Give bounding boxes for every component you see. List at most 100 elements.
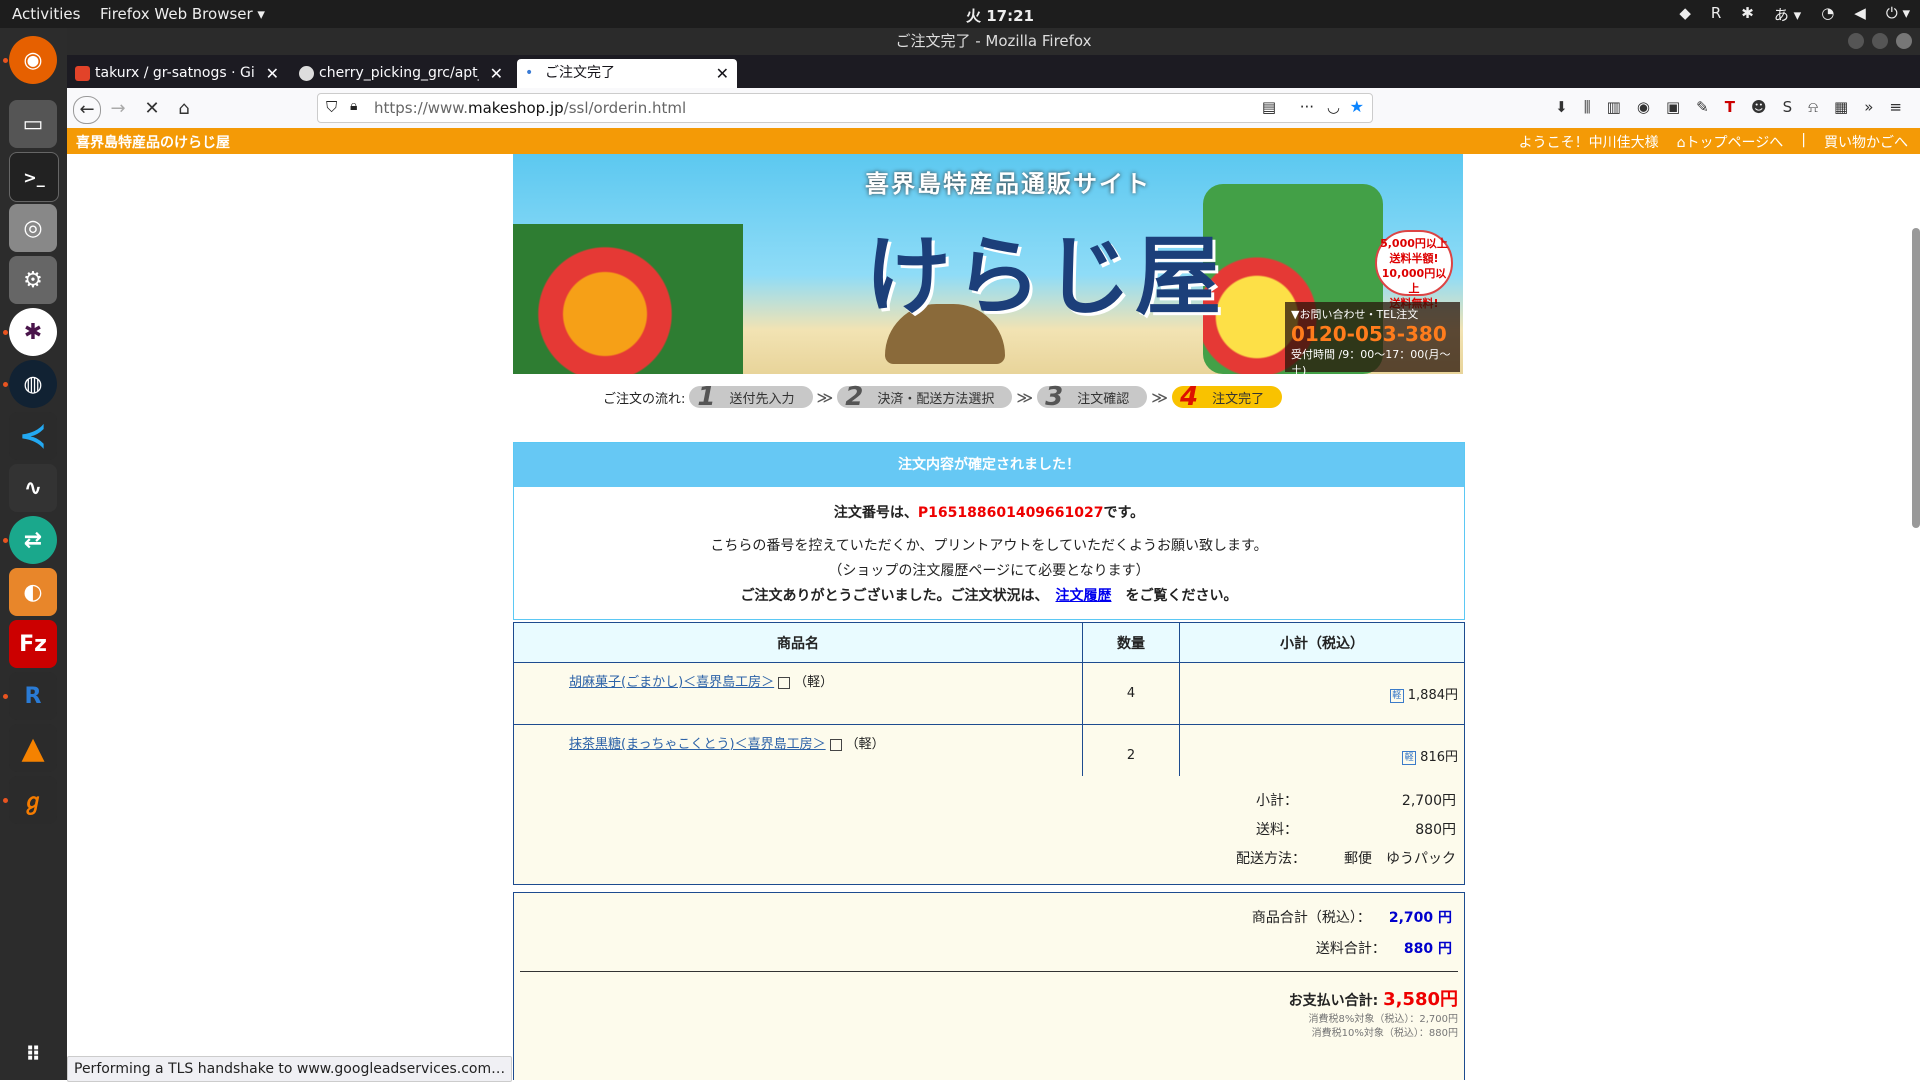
shield-icon[interactable]: ⛉ — [326, 98, 337, 116]
order-number: P165188601409661027 — [917, 505, 1104, 521]
vscode-icon[interactable]: ≺ — [9, 412, 57, 460]
tab-github[interactable]: cherry_picking_grc/apt_... ✕ — [291, 59, 511, 88]
downloads-icon[interactable]: ⬇ — [1555, 98, 1568, 116]
extension-pen-icon[interactable]: ✎ — [1696, 98, 1709, 116]
tab-gitlab[interactable]: takurx / gr-satnogs · GitLab ✕ — [67, 59, 287, 88]
summary-method: 配送方法： 郵便 ゆうパック — [1236, 851, 1456, 867]
product-cell: 胡麻菓子(ごまかし)＜喜界島工房＞ （軽） — [513, 662, 1083, 725]
dock: ◉ ▭ >_ ◎ ⚙ ✱ ◍ ≺ ∿ ⇄ ◐ Fz R ▲ ℊ ⠿ — [0, 28, 67, 1080]
header-links: ようこそ！中川佳大様 ⌂トップページへ | 買い物かごへ — [1519, 132, 1908, 152]
activities-button[interactable]: Activities — [12, 5, 80, 23]
order-history-link[interactable]: 注文履歴 — [1056, 588, 1112, 604]
shop-header-bar: 喜界島特産品のけらじ屋 ようこそ！中川佳大様 ⌂トップページへ | 買い物かごへ — [67, 128, 1920, 154]
bookmark-star-icon[interactable]: ★ — [1350, 97, 1364, 116]
r-icon[interactable]: R — [1711, 4, 1721, 25]
app-menu[interactable]: Firefox Web Browser ▾ — [100, 5, 265, 23]
extension-translate-icon[interactable]: ▣ — [1666, 98, 1680, 116]
running-indicator — [3, 798, 8, 803]
firefox-window: ご注文完了 - Mozilla Firefox takurx / gr-satn… — [67, 28, 1920, 1080]
cart-link[interactable]: 買い物かごへ — [1824, 132, 1908, 152]
vlc-icon[interactable]: ▲ — [9, 724, 57, 772]
external-link-icon[interactable] — [829, 738, 842, 751]
firefox-icon[interactable]: ◉ — [9, 36, 57, 84]
library-icon[interactable]: ⫼ — [1584, 98, 1591, 116]
flow-arrow-icon: ≫ — [1016, 387, 1034, 407]
page-actions-icon[interactable]: ··· — [1300, 98, 1314, 116]
extension-calendar-icon[interactable]: ▦ — [1834, 98, 1848, 116]
shop-name[interactable]: 喜界島特産品のけらじ屋 — [76, 132, 230, 152]
dropbox-icon[interactable]: ◆ — [1679, 4, 1691, 25]
flow-step-1: 1 送付先入力 — [689, 382, 813, 412]
gnuradio-icon[interactable]: ℊ — [9, 776, 57, 824]
extension-face-icon[interactable]: ☻ — [1751, 98, 1767, 116]
url-text[interactable]: https://www.makeshop.jp/ssl/orderin.html — [374, 99, 686, 117]
nav-toolbar: ← → ✕ ⌂ ⛉ 🔒︎ https://www.makeshop.jp/ssl… — [67, 88, 1920, 129]
running-indicator — [3, 58, 8, 63]
lock-icon[interactable]: 🔒︎ — [350, 98, 357, 114]
blender-icon[interactable]: ◐ — [9, 568, 57, 616]
overflow-chevron-icon[interactable]: » — [1864, 98, 1873, 116]
sidebar-icon[interactable]: ▥ — [1607, 98, 1621, 116]
settings-icon[interactable]: ⚙ — [9, 256, 57, 304]
separator: | — [1801, 132, 1806, 148]
ime-indicator[interactable]: あ ▾ — [1774, 4, 1801, 25]
welcome-text: ようこそ！中川佳大様 — [1518, 135, 1659, 151]
filezilla-icon[interactable]: Fz — [9, 620, 57, 668]
clock[interactable]: 火 17:21 — [966, 5, 1034, 26]
product-link[interactable]: 抹茶黒糖(まっちゃこくとう)＜喜界島工房＞ — [569, 737, 826, 752]
external-link-icon[interactable] — [778, 676, 791, 689]
reader-view-icon[interactable]: ▤ — [1262, 98, 1276, 116]
maximize-button[interactable] — [1872, 33, 1888, 49]
camera-icon[interactable]: ◎ — [9, 204, 57, 252]
banner-catchphrase: 喜界島特産品通販サイト — [865, 170, 1151, 198]
github-icon — [299, 66, 314, 81]
gitkraken-icon[interactable]: ◍ — [9, 360, 57, 408]
system-monitor-icon[interactable]: ∿ — [9, 464, 57, 512]
confirmation-box: 注文内容が確定されました！ 注文番号は、P165188601409661027で… — [513, 442, 1465, 620]
running-indicator — [3, 382, 8, 387]
slack-app-icon[interactable]: ✱ — [9, 308, 57, 356]
extension-s-icon[interactable]: S — [1783, 98, 1793, 116]
show-apps-icon[interactable]: ⠿ — [9, 1030, 57, 1078]
r-studio-icon[interactable]: R — [9, 672, 57, 720]
close-tab-icon[interactable]: ✕ — [266, 59, 279, 88]
tab-order-complete[interactable]: • ご注文完了 ✕ — [517, 59, 737, 88]
tab-strip: takurx / gr-satnogs · GitLab ✕ cherry_pi… — [67, 55, 1920, 88]
window-titlebar: ご注文完了 - Mozilla Firefox — [67, 28, 1920, 55]
shipping-badge: 5,000円以上 送料半額! 10,000円以上 送料無料! — [1375, 230, 1453, 310]
pocket-icon[interactable]: ◡ — [1327, 98, 1340, 116]
page-scrollbar[interactable] — [1912, 228, 1920, 528]
menu-icon[interactable]: ≡ — [1889, 98, 1902, 116]
slack-icon[interactable]: ✱ — [1741, 4, 1754, 25]
tax-breakdown: 消費税8%対象（税込）：2,700円 消費税10%対象（税込）：880円 — [1308, 1014, 1459, 1039]
remmina-icon[interactable]: ⇄ — [9, 516, 57, 564]
order-items-table: 商品名 数量 小計（税込） 胡麻菓子(ごまかし)＜喜界島工房＞ （軽） 4 軽 1,… — [513, 622, 1465, 787]
close-tab-icon[interactable]: ✕ — [490, 59, 503, 88]
power-icon[interactable]: ⏻ ▾ — [1886, 4, 1910, 25]
goods-total: 商品合計（税込）： 2,700 円 — [1251, 910, 1452, 926]
terminal-icon[interactable]: >_ — [9, 152, 59, 202]
volume-icon[interactable]: ◀ — [1854, 4, 1866, 25]
home-button[interactable]: ⌂ — [171, 96, 197, 122]
back-button[interactable]: ← — [73, 96, 101, 124]
product-link[interactable]: 胡麻菓子(ごまかし)＜喜界島工房＞ — [569, 675, 774, 690]
toppage-link[interactable]: ⌂トップページへ — [1677, 132, 1784, 152]
account-icon[interactable]: ◉ — [1637, 98, 1650, 116]
summary-subtotal: 小計： 2,700円 — [1256, 793, 1456, 809]
loading-dot-icon: • — [525, 65, 534, 81]
tax-icon: 軽 — [1402, 750, 1417, 765]
wifi-icon[interactable]: ◔ — [1821, 4, 1834, 25]
extension-t-icon[interactable]: T — [1725, 98, 1735, 116]
col-product: 商品名 — [513, 622, 1083, 663]
forward-button[interactable]: → — [105, 96, 131, 122]
minimize-button[interactable] — [1848, 33, 1864, 49]
qty-cell: 4 — [1082, 662, 1180, 725]
window-controls — [1848, 33, 1912, 49]
stop-button[interactable]: ✕ — [139, 96, 165, 122]
extension-bell-icon[interactable]: ⍾ — [1808, 98, 1818, 116]
files-icon[interactable]: ▭ — [9, 100, 57, 148]
shop-banner[interactable]: 喜界島特産品通販サイト けらじ屋 5,000円以上 送料半額! 10,000円以… — [513, 154, 1463, 374]
close-tab-icon[interactable]: ✕ — [716, 59, 729, 88]
url-bar[interactable]: ⛉ 🔒︎ https://www.makeshop.jp/ssl/orderin… — [317, 93, 1373, 123]
close-button[interactable] — [1896, 33, 1912, 49]
